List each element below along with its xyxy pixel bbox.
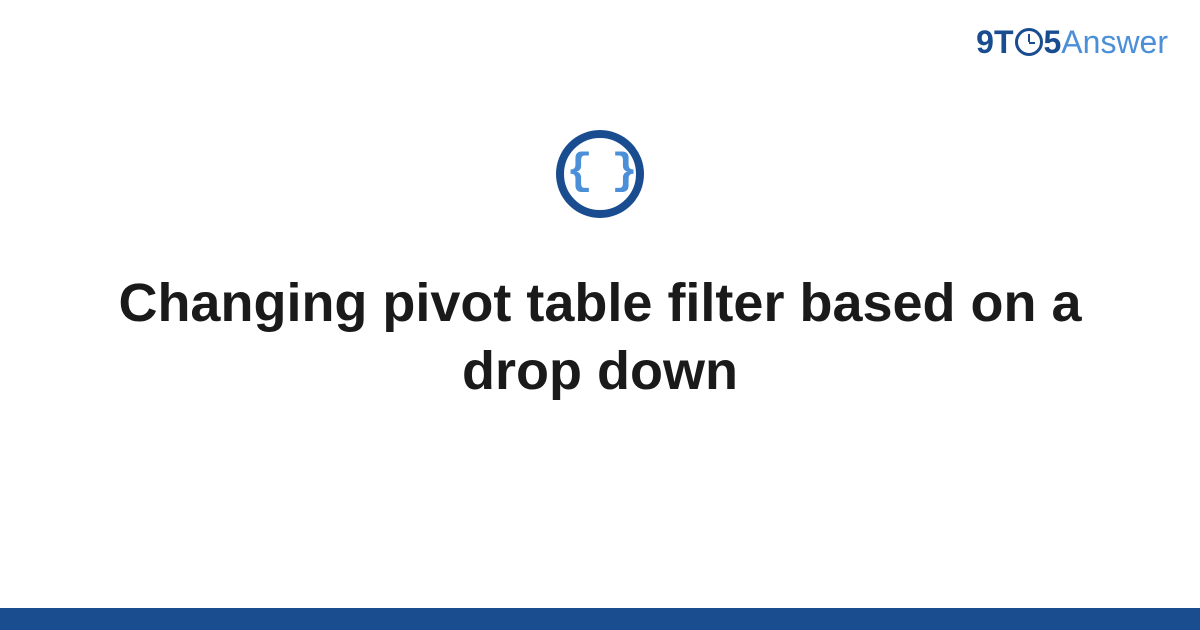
- clock-icon: [1015, 28, 1043, 56]
- logo-text-answer: Answer: [1061, 24, 1168, 61]
- logo-text-9t: 9T: [976, 24, 1013, 61]
- icon-circle: { }: [556, 130, 644, 218]
- logo-text-5: 5: [1044, 24, 1062, 61]
- category-icon-container: { }: [556, 130, 644, 218]
- page-title: Changing pivot table filter based on a d…: [100, 270, 1100, 405]
- footer-bar: [0, 608, 1200, 630]
- code-braces-icon: { }: [566, 150, 633, 194]
- site-logo: 9T 5 Answer: [976, 24, 1168, 61]
